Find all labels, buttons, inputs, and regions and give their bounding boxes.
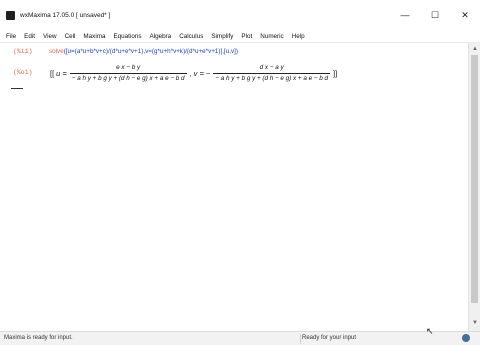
v-numerator: d x − a y — [259, 63, 284, 71]
input-arguments: ([u=(a*u+b*v+c)/(d*u+e*v+1),v=(g*u+h*v+k… — [63, 48, 239, 55]
status-bar: Maxima is ready for input. Ready for you… — [0, 331, 480, 345]
window-title: wxMaxima 17.05.0 [ unsaved* ] — [20, 11, 111, 19]
output-cell-label: (%o1) — [13, 69, 33, 76]
wxmaxima-app-icon — [6, 10, 15, 20]
bottom-margin — [0, 345, 480, 360]
mouse-cursor-icon: ↖ — [426, 326, 434, 336]
scroll-thumb[interactable] — [471, 55, 478, 303]
scroll-down-icon[interactable]: ▼ — [471, 319, 479, 327]
menu-simplify[interactable]: Simplify — [211, 33, 233, 40]
output-cell[interactable]: [[ u = e x − b y − a h y + b g y + (d h … — [49, 60, 338, 86]
v-denominator: − a h y + b g y + (d h − e g) x + a e − … — [215, 74, 329, 82]
menu-cell[interactable]: Cell — [65, 33, 76, 40]
menu-numeric[interactable]: Numeric — [260, 33, 283, 40]
status-maxima-message: Maxima is ready for input. — [4, 335, 73, 341]
output-open-brackets: [[ — [50, 68, 55, 78]
v-fraction-bar — [213, 72, 331, 74]
menu-equations[interactable]: Equations — [113, 33, 141, 40]
menu-view[interactable]: View — [43, 33, 57, 40]
title-bar: wxMaxima 17.05.0 [ unsaved* ] — ☐ ✕ — [0, 0, 480, 30]
v-fraction: d x − a y − a h y + b g y + (d h − e g) … — [213, 63, 331, 83]
menu-file[interactable]: File — [6, 33, 16, 40]
menu-plot[interactable]: Plot — [241, 33, 252, 40]
menu-help[interactable]: Help — [292, 33, 305, 40]
u-fraction: e x − b y − a h y + b g y + (d h − e g) … — [69, 63, 187, 83]
output-close-brackets: ]] — [333, 68, 338, 78]
worksheet[interactable] — [0, 43, 468, 331]
menu-maxima[interactable]: Maxima — [83, 33, 105, 40]
input-cell-label: (%i1) — [13, 48, 33, 55]
u-numerator: e x − b y — [116, 63, 141, 71]
menu-bar: File Edit View Cell Maxima Equations Alg… — [0, 30, 480, 43]
menu-edit[interactable]: Edit — [24, 33, 35, 40]
network-status-icon — [462, 334, 470, 342]
status-ready-message: Ready for your input — [302, 335, 357, 341]
input-cell[interactable]: solve([u=(a*u+b*v+c)/(d*u+e*v+1),v=(g*u+… — [49, 48, 238, 55]
u-fraction-bar — [69, 72, 187, 74]
v-lhs: v = − — [193, 68, 211, 78]
output-separator: , — [189, 68, 192, 78]
minimize-button[interactable]: — — [390, 8, 420, 22]
maximize-button[interactable]: ☐ — [420, 8, 450, 22]
menu-calculus[interactable]: Calculus — [179, 33, 203, 40]
u-denominator: − a h y + b g y + (d h − e g) x + a e − … — [71, 74, 185, 82]
menu-algebra[interactable]: Algebra — [149, 33, 171, 40]
scroll-up-icon[interactable]: ▲ — [471, 45, 479, 53]
window-controls: — ☐ ✕ — [390, 8, 480, 22]
vertical-scrollbar[interactable]: ▲ ▼ — [468, 43, 480, 331]
new-cell-cursor[interactable] — [11, 88, 23, 89]
input-function-name: solve — [49, 48, 64, 55]
close-button[interactable]: ✕ — [450, 8, 480, 22]
status-divider — [300, 334, 301, 344]
u-lhs: u = — [56, 68, 67, 78]
